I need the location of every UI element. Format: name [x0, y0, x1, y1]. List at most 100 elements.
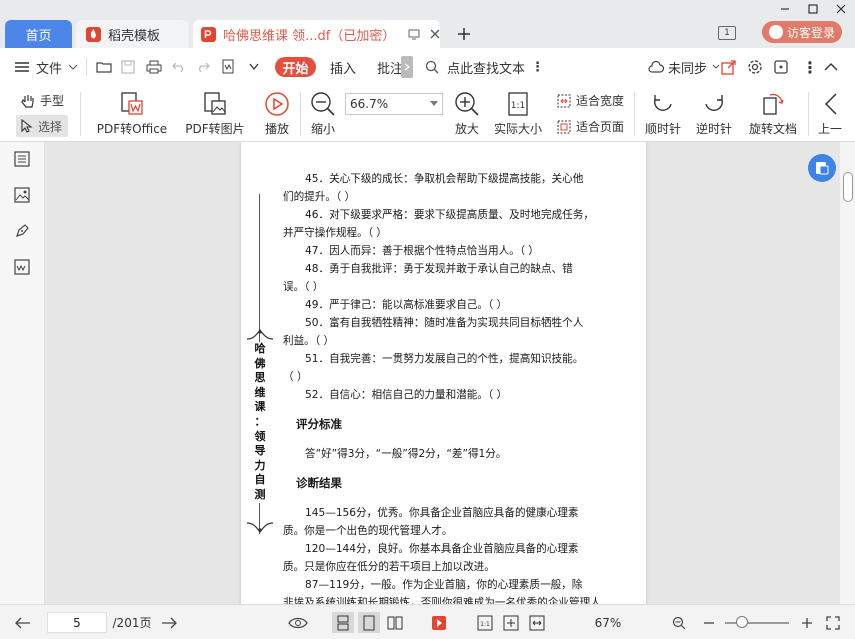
zoom-out-button[interactable]: 缩小 — [306, 91, 340, 137]
pdf-to-office-icon — [121, 92, 143, 115]
actual-size-small-icon[interactable]: 1:1 — [474, 612, 496, 633]
scrollbar-thumb[interactable] — [843, 172, 853, 202]
zoom-out-icon — [311, 92, 335, 116]
tab-template[interactable]: 稻壳模板 — [76, 20, 189, 48]
search-text-box[interactable]: 点此查找文本 ⋮ — [425, 48, 544, 86]
open-folder-icon[interactable] — [96, 48, 112, 86]
fit-page-icon — [557, 120, 571, 133]
text-line: 47．因人而异：善于根据个性特点恰当用人。（ ） — [305, 245, 540, 257]
close-window-icon[interactable] — [827, 0, 855, 18]
play-button[interactable]: 播放 — [260, 91, 294, 137]
hand-tool-button[interactable]: 手型 — [20, 92, 64, 109]
tab-restore-icon[interactable] — [408, 28, 420, 40]
prev-page-arrow-icon[interactable] — [14, 612, 32, 633]
play-slideshow-icon[interactable] — [428, 612, 450, 633]
tab-bar: 首页 稻壳模板 哈佛思维课 领...df（已加密） 1 访客登录 — [0, 0, 855, 48]
text-line: 非埃及系统训练和长期锻炼，否则你很难成为一名优秀的企业管理人 — [283, 597, 601, 604]
more-options-icon[interactable]: ⋮ — [531, 60, 544, 75]
outline-list-icon[interactable] — [13, 150, 31, 168]
zoom-in-button[interactable]: 放大 — [450, 91, 484, 137]
maximize-icon[interactable] — [799, 0, 827, 18]
tab-scroll-right-icon[interactable] — [401, 56, 413, 78]
share-icon[interactable] — [721, 48, 736, 86]
tab-start[interactable]: 开始 — [275, 57, 316, 77]
rotate-document-icon — [763, 93, 784, 115]
more-dropdown-icon[interactable] — [249, 48, 259, 86]
plus-icon[interactable] — [798, 612, 816, 633]
app-center-icon[interactable] — [774, 48, 788, 86]
minus-icon[interactable] — [700, 612, 718, 633]
search-icon — [425, 60, 439, 74]
zoom-out-minus-icon[interactable] — [670, 612, 688, 633]
svg-text:1:1: 1:1 — [480, 621, 490, 628]
fit-width-small-icon[interactable] — [526, 612, 548, 633]
pdf-to-image-icon — [204, 92, 226, 115]
rotate-document-button[interactable]: 旋转文档 — [746, 91, 800, 137]
rotate-cw-icon — [654, 95, 672, 111]
zoom-slider-track[interactable] — [725, 622, 789, 624]
fit-page-button[interactable]: 适合页面 — [557, 118, 624, 135]
thumbnail-image-icon[interactable] — [13, 186, 31, 204]
visitor-login-button[interactable]: 访客登录 — [762, 21, 842, 43]
tab-close-icon[interactable] — [430, 29, 440, 39]
floating-convert-button[interactable] — [808, 154, 836, 182]
tab-annotate[interactable]: 批注 — [377, 48, 403, 86]
collapse-ribbon-icon[interactable] — [824, 48, 838, 86]
text-line: 51．自我完善：一贯努力发展自己的个性，提高知识技能。 — [305, 353, 584, 365]
document-viewport[interactable]: 哈佛思维课：领导力自测 45．关心下级的成长：争取机会帮助下级提高技能，关心他 … — [46, 142, 840, 604]
pdf-to-office-button[interactable]: PDF转Office — [92, 91, 172, 137]
tab-template-label: 稻壳模板 — [108, 28, 161, 44]
cloud-icon — [648, 61, 664, 73]
text-line: 48．勇于自我批评：勇于发现并敢于承认自己的缺点、错 — [305, 263, 573, 275]
select-tool-button[interactable]: 选择 — [16, 115, 68, 137]
more-menu-icon[interactable]: ⋮ — [802, 48, 818, 86]
pdf-to-image-button[interactable]: PDF转图片 — [184, 91, 246, 137]
fullscreen-icon[interactable] — [824, 612, 842, 633]
minimize-icon[interactable] — [771, 0, 799, 18]
undo-icon[interactable] — [172, 48, 186, 86]
chevron-down-icon — [430, 101, 438, 106]
signature-icon[interactable] — [13, 258, 31, 276]
zoom-level-select[interactable]: 66.7% — [345, 93, 443, 115]
next-page-arrow-icon[interactable] — [160, 612, 178, 633]
tab-document[interactable]: 哈佛思维课 领...df（已加密） — [193, 20, 440, 48]
fit-width-button[interactable]: 适合宽度 — [557, 92, 624, 109]
tab-insert[interactable]: 插入 — [330, 48, 356, 86]
previous-page-button[interactable]: 上一 — [814, 91, 850, 137]
settings-gear-icon[interactable] — [747, 48, 763, 86]
fit-width-icon — [557, 94, 571, 107]
two-page-view-icon[interactable] — [384, 612, 406, 633]
ribbon-toolbar: 手型 选择 PDF转Office PDF转图片 播放 缩小 66.7% 放大 1… — [0, 86, 855, 142]
fit-page-small-icon[interactable] — [500, 612, 522, 633]
convert-doc-icon[interactable] — [221, 48, 237, 86]
single-page-view-icon[interactable] — [332, 612, 354, 633]
ornament-bottom-icon — [247, 522, 273, 534]
rotate-clockwise-button[interactable]: 顺时针 — [643, 91, 683, 137]
new-tab-plus-icon[interactable] — [452, 22, 476, 46]
sync-status[interactable]: 未同步 — [648, 48, 720, 86]
actual-size-button[interactable]: 1:1 实际大小 — [492, 91, 544, 137]
text-line: 145—156分，优秀。你具备企业首脑应具备的健康心理素 — [305, 507, 579, 519]
text-line: 质。你是一个出色的现代管理人才。 — [283, 525, 453, 537]
tab-document-label: 哈佛思维课 领...df（已加密） — [223, 28, 396, 44]
vertical-scrollbar[interactable] — [840, 142, 855, 604]
zoom-slider-handle[interactable] — [736, 616, 748, 628]
status-bar: 5 /201页 1:1 67% — [0, 604, 855, 639]
continuous-view-icon[interactable] — [358, 612, 380, 633]
annotation-pen-icon[interactable] — [13, 222, 31, 240]
rotate-counterclockwise-button[interactable]: 逆时针 — [694, 91, 734, 137]
text-line: 误。（ ） — [283, 281, 324, 293]
tab-home[interactable]: 首页 — [5, 20, 72, 48]
file-menu[interactable]: 文件 — [14, 48, 78, 86]
save-icon[interactable] — [121, 48, 135, 86]
window-count-icon[interactable]: 1 — [718, 26, 736, 40]
eye-protection-icon[interactable] — [286, 612, 310, 633]
print-icon[interactable] — [146, 48, 162, 86]
window-controls — [771, 0, 855, 18]
tab-home-label: 首页 — [25, 28, 52, 44]
svg-text:1:1: 1:1 — [511, 101, 525, 111]
current-page-input[interactable]: 5 — [47, 612, 107, 633]
text-line: 49．严于律己：能以高标准要求自己。（ ） — [305, 299, 508, 311]
redo-icon[interactable] — [196, 48, 210, 86]
cursor-arrow-icon — [21, 119, 33, 133]
